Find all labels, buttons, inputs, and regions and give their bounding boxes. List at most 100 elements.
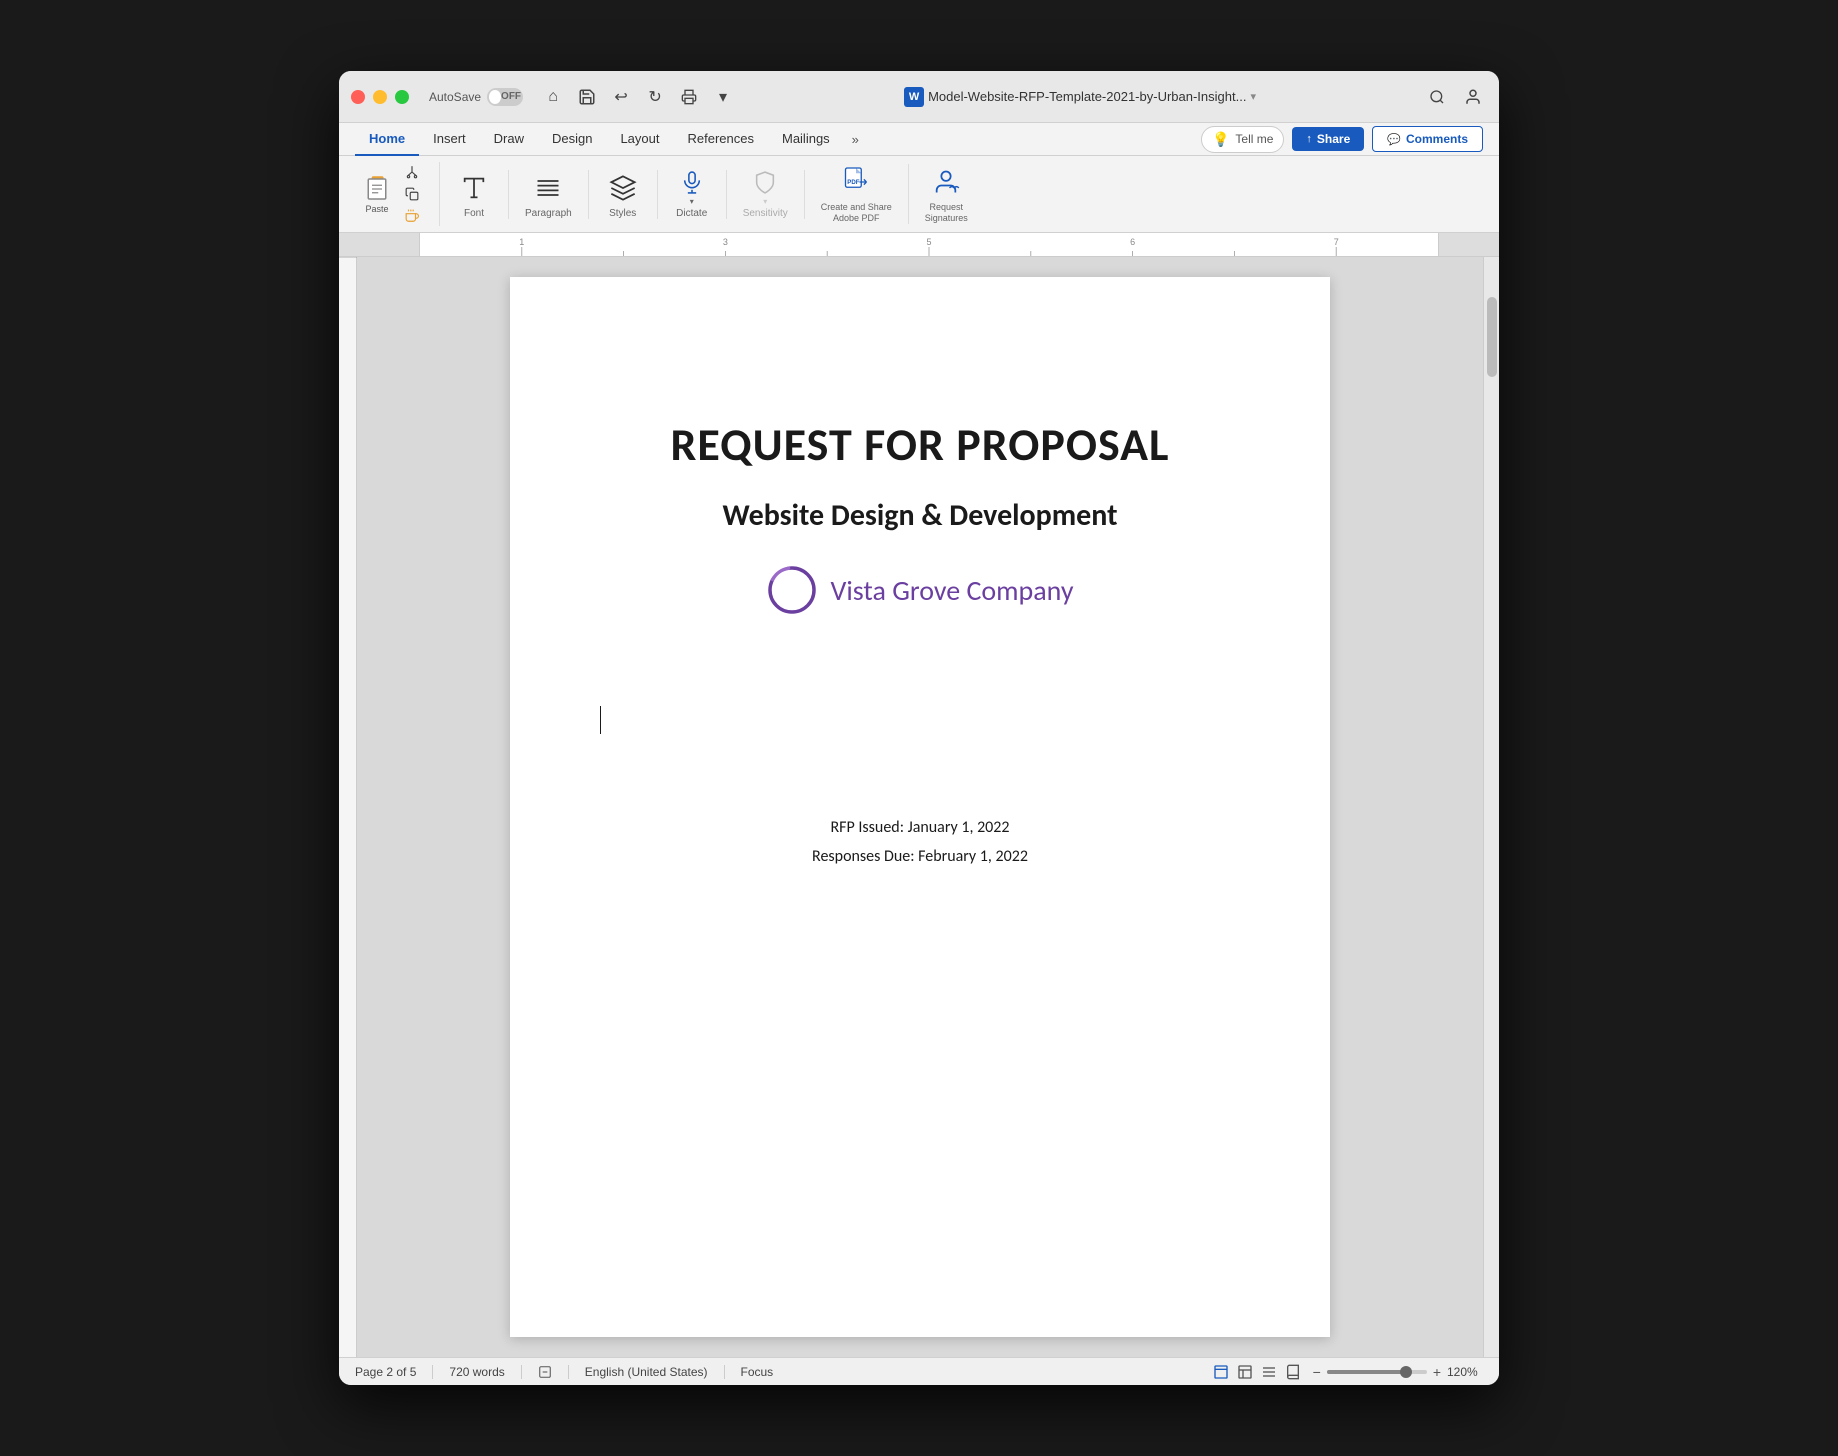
create-adobe-pdf-button[interactable]: PDF (838, 164, 874, 200)
print-icon[interactable] (675, 83, 703, 111)
svg-text:PDF: PDF (847, 179, 859, 186)
word-count[interactable]: 720 words (449, 1365, 504, 1379)
request-signatures-button[interactable] (928, 164, 964, 200)
tab-insert[interactable]: Insert (419, 123, 480, 156)
cut-button[interactable] (401, 162, 423, 182)
web-layout-view-icon[interactable] (1235, 1362, 1255, 1382)
copy-button[interactable] (401, 184, 423, 204)
search-icon[interactable] (1423, 83, 1451, 111)
redo-icon[interactable]: ↻ (641, 83, 669, 111)
ribbon-group-sensitivity: ▾ Sensitivity (743, 170, 805, 219)
toggle-label: OFF (501, 91, 521, 102)
document-page: REQUEST FOR PROPOSAL Website Design & De… (510, 277, 1330, 1337)
paste-area: Paste (355, 162, 423, 226)
title-dropdown-icon[interactable]: ▾ (1250, 90, 1256, 103)
tab-layout[interactable]: Layout (606, 123, 673, 156)
paste-side-icons (401, 162, 423, 226)
traffic-lights (351, 90, 409, 104)
sensitivity-group-label: Sensitivity (743, 208, 788, 219)
paste-label: Paste (365, 204, 388, 214)
minimize-button[interactable] (373, 90, 387, 104)
maximize-button[interactable] (395, 90, 409, 104)
ribbon-group-clipboard: Paste (355, 162, 440, 226)
text-cursor (600, 706, 601, 734)
font-group-label: Font (464, 208, 484, 219)
share-label: Share (1317, 132, 1350, 146)
home-icon[interactable]: ⌂ (539, 83, 567, 111)
title-bar-title: W Model-Website-RFP-Template-2021-by-Urb… (745, 87, 1415, 107)
document-subtitle: Website Design & Development (722, 497, 1117, 534)
print-layout-view-icon[interactable] (1211, 1362, 1231, 1382)
font-button[interactable] (456, 170, 492, 206)
paragraph-button[interactable] (530, 170, 566, 206)
titlebar-right (1423, 83, 1487, 111)
focus-button[interactable]: Focus (741, 1365, 774, 1379)
outline-view-icon[interactable] (1259, 1362, 1279, 1382)
dictate-group-label: Dictate (676, 208, 707, 219)
title-bar: AutoSave OFF ⌂ ↩ ↻ (339, 71, 1499, 123)
undo-icon[interactable]: ↩ (607, 83, 635, 111)
status-sep-4 (724, 1365, 725, 1379)
proofing-icon[interactable] (538, 1365, 552, 1379)
company-logo-icon (766, 564, 818, 616)
zoom-slider-thumb[interactable] (1400, 1366, 1412, 1378)
tell-me-label: Tell me (1235, 132, 1273, 146)
main-area: REQUEST FOR PROPOSAL Website Design & De… (339, 257, 1499, 1357)
tab-mailings[interactable]: Mailings (768, 123, 844, 156)
zoom-out-button[interactable]: − (1313, 1364, 1321, 1380)
word-window: AutoSave OFF ⌂ ↩ ↻ (339, 71, 1499, 1385)
scrollbar-thumb[interactable] (1487, 297, 1497, 377)
page-content: REQUEST FOR PROPOSAL Website Design & De… (590, 337, 1250, 872)
svg-text:5: 5 (926, 237, 931, 247)
paragraph-group-label: Paragraph (525, 208, 572, 219)
page-info[interactable]: Page 2 of 5 (355, 1365, 416, 1379)
comments-label: Comments (1406, 132, 1468, 146)
word-count-label: 720 words (449, 1365, 504, 1379)
autosave-area: AutoSave OFF (429, 88, 523, 106)
word-app-icon: W (904, 87, 924, 107)
ribbon: Home Insert Draw Design Layout Reference… (339, 123, 1499, 233)
save-icon[interactable] (573, 83, 601, 111)
rfp-issued-date: RFP Issued: January 1, 2022 (812, 814, 1028, 843)
ribbon-more-icon[interactable]: » (844, 124, 867, 155)
toggle-knob (489, 90, 501, 104)
horizontal-ruler: 1 3 5 6 7 (339, 233, 1499, 257)
tab-references[interactable]: References (674, 123, 768, 156)
paste-button[interactable]: Paste (355, 172, 399, 216)
styles-button[interactable] (605, 170, 641, 206)
tab-draw[interactable]: Draw (480, 123, 538, 156)
company-name-text: Vista Grove Company (830, 573, 1073, 608)
svg-text:3: 3 (723, 237, 728, 247)
ribbon-group-font: Font (456, 170, 509, 219)
ruler-content-area: 1 3 5 6 7 (419, 233, 1439, 256)
comments-button[interactable]: 💬 Comments (1372, 126, 1483, 152)
read-mode-view-icon[interactable] (1283, 1362, 1303, 1382)
tab-home[interactable]: Home (355, 123, 419, 156)
language[interactable]: English (United States) (585, 1365, 708, 1379)
ruler-left-margin (339, 233, 419, 256)
more-actions-icon[interactable]: ▾ (709, 83, 737, 111)
ribbon-group-paragraph: Paragraph (525, 170, 589, 219)
status-sep-1 (432, 1365, 433, 1379)
vertical-ruler (339, 257, 357, 1357)
responses-due-date: Responses Due: February 1, 2022 (812, 843, 1028, 872)
tab-design[interactable]: Design (538, 123, 606, 156)
share-button[interactable]: ↑ Share (1292, 127, 1364, 151)
page-count: Page 2 of 5 (355, 1365, 416, 1379)
zoom-slider-fill (1327, 1370, 1402, 1374)
zoom-in-button[interactable]: + (1433, 1364, 1441, 1380)
profile-icon[interactable] (1459, 83, 1487, 111)
autosave-toggle[interactable]: OFF (487, 88, 523, 106)
format-painter-button[interactable] (401, 206, 423, 226)
vertical-scrollbar[interactable] (1483, 257, 1499, 1357)
adobe-pdf-group-label: Create and ShareAdobe PDF (821, 202, 892, 224)
svg-text:7: 7 (1334, 237, 1339, 247)
ruler-right-margin (1439, 233, 1499, 256)
zoom-slider[interactable] (1327, 1370, 1427, 1374)
close-button[interactable] (351, 90, 365, 104)
zoom-level[interactable]: 120% (1447, 1365, 1483, 1379)
document-area[interactable]: REQUEST FOR PROPOSAL Website Design & De… (357, 257, 1483, 1357)
dictate-button[interactable]: ▾ (674, 170, 710, 206)
ribbon-right-actions: 💡 Tell me ↑ Share 💬 Comments (1201, 126, 1483, 153)
tell-me-input[interactable]: 💡 Tell me (1201, 126, 1284, 153)
